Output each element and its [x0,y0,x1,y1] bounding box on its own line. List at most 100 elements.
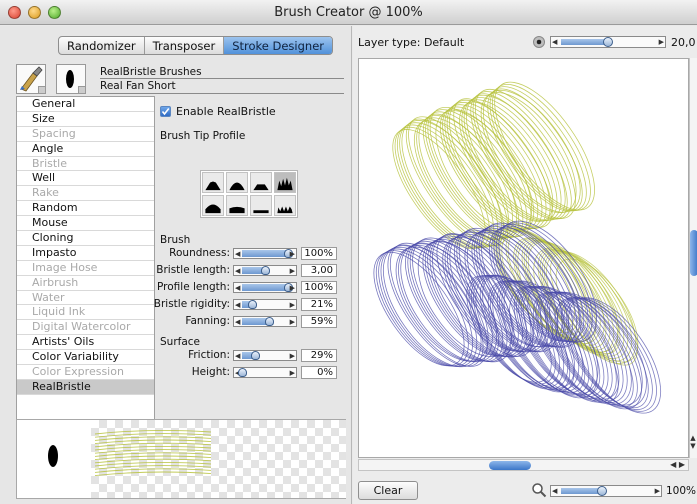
category-item[interactable]: Impasto [17,246,154,261]
right-panel: Layer type: Default ◀ ▶ 20,0 ▲ ▼ ◀ ▶ Clea… [353,26,697,504]
horizontal-scroll-thumb[interactable] [489,461,531,470]
right-arrow-icon[interactable]: ▶ [655,487,660,496]
category-list: General Size Spacing Angle Bristle Well Rake Ra… [16,96,155,426]
category-item: Water [17,291,154,306]
brush-tip-option[interactable] [250,172,272,193]
slider-fill [242,284,288,291]
brush-tip-profile-heading: Brush Tip Profile [160,130,246,142]
param-slider[interactable]: ◀▶ [233,282,297,293]
slider-knob[interactable] [238,368,247,377]
brush-size-slider[interactable]: ◀ ▶ [550,36,666,48]
slider-knob[interactable] [265,317,275,326]
param-row: Bristle length: ◀ ▶ 3,00 [156,264,348,278]
param-value-field[interactable]: 21% [301,298,337,311]
category-item[interactable]: Cloning [17,231,154,246]
slider-knob[interactable] [251,351,261,360]
param-slider[interactable]: ◀▶ [233,299,297,310]
brush-tip-shape-icon [229,182,245,191]
tab-randomizer[interactable]: Randomizer [59,37,145,54]
slider-knob[interactable] [247,300,257,309]
right-arrow-icon[interactable]: ▶ [290,352,295,360]
horizontal-scroll-arrows[interactable]: ◀ ▶ [670,460,685,470]
left-arrow-icon[interactable]: ◀ [552,487,557,496]
brush-tip-option[interactable] [226,172,248,193]
param-slider[interactable]: ◀▶ [233,350,297,361]
chevron-down-icon [38,86,45,93]
zoom-slider[interactable]: ◀ ▶ [550,485,662,497]
param-label: Bristle rigidity: [153,298,230,310]
stroke-preview [16,419,346,499]
checkmark-icon [161,108,170,116]
param-value-field[interactable]: 59% [301,315,337,328]
brush-tip-option[interactable] [274,172,296,193]
enable-realbristle-checkbox[interactable] [160,106,171,117]
param-value-field[interactable]: 100% [301,281,337,294]
left-arrow-icon[interactable]: ◀ [235,352,240,360]
brush-variant-selector[interactable] [56,64,86,94]
left-arrow-icon[interactable]: ◀ [235,267,240,275]
right-arrow-icon[interactable]: ▶ [290,301,295,309]
param-value-field[interactable]: 100% [301,247,337,260]
brush-tip-shape-icon [277,177,293,191]
left-arrow-icon[interactable]: ◀ [552,38,557,47]
category-item[interactable]: Angle [17,142,154,157]
preview-stroke-line [94,471,212,477]
blue-paint-strokes [373,220,662,414]
param-label: Height: [191,366,230,378]
right-arrow-icon[interactable]: ▶ [659,38,664,47]
slider-fill [561,39,608,45]
category-item[interactable]: Color Variability [17,350,154,366]
right-arrow-icon[interactable]: ▶ [290,267,295,275]
vertical-scroll-thumb[interactable] [690,230,697,276]
param-slider[interactable]: ◀▶ [233,265,297,276]
layer-type-label: Layer type: Default [358,36,465,49]
vertical-scroll-arrows[interactable]: ▲ ▼ [689,434,697,450]
slider-knob[interactable] [596,486,607,496]
right-arrow-icon[interactable]: ▶ [290,318,295,326]
dab-preview [17,420,91,498]
brush-tip-option[interactable] [274,195,296,216]
param-row: Fanning: ◀ ▶ 59% [158,315,348,329]
vertical-scrollbar[interactable] [689,58,697,458]
right-arrow-icon[interactable]: ▶ [290,284,295,292]
param-value-field[interactable]: 3,00 [301,264,337,277]
param-row: Friction: ◀ ▶ 29% [158,349,348,363]
param-value-field[interactable]: 0% [301,366,337,379]
left-arrow-icon[interactable]: ◀ [235,284,240,292]
brush-tip-option[interactable] [250,195,272,216]
right-arrow-icon[interactable]: ▶ [290,369,295,377]
slider-knob[interactable] [261,266,270,275]
scratch-pad-canvas[interactable] [358,58,689,458]
category-item[interactable]: Mouse [17,216,154,232]
tab-transposer[interactable]: Transposer [145,37,225,54]
category-item[interactable]: Well [17,171,154,187]
horizontal-scrollbar[interactable]: ◀ ▶ [358,459,689,471]
divider [100,93,344,94]
right-arrow-icon[interactable]: ▶ [290,250,295,258]
brush-category-selector[interactable] [16,64,46,94]
left-arrow-icon[interactable]: ◀ [235,250,240,258]
left-arrow-icon[interactable]: ◀ [235,301,240,309]
param-row: Roundness: ◀ ▶ 100% [158,247,348,261]
category-item[interactable]: General [17,97,154,112]
brush-tip-option[interactable] [202,195,224,216]
param-row: Height:◀▶ 0% [158,366,348,380]
dab-shape [48,445,58,467]
param-slider[interactable]: ◀▶ [233,316,297,327]
param-slider[interactable]: ◀▶ [233,367,297,378]
divider [100,78,344,79]
brush-tip-option[interactable] [202,172,224,193]
slider-knob[interactable] [603,37,613,47]
left-arrow-icon[interactable]: ◀ [235,318,240,326]
brush-tip-option[interactable] [226,195,248,216]
param-slider[interactable]: ◀▶ [233,248,297,259]
clear-button[interactable]: Clear [358,481,418,500]
brush-section-heading: Brush [160,234,191,246]
category-item[interactable]: RealBristle [17,379,154,395]
category-item[interactable]: Random [17,201,154,217]
param-value-field[interactable]: 29% [301,349,337,362]
category-item: Spacing [17,127,154,142]
category-item[interactable]: Size [17,112,154,127]
tab-stroke-designer[interactable]: Stroke Designer [224,37,332,54]
category-item[interactable]: Artists' Oils [17,335,154,351]
